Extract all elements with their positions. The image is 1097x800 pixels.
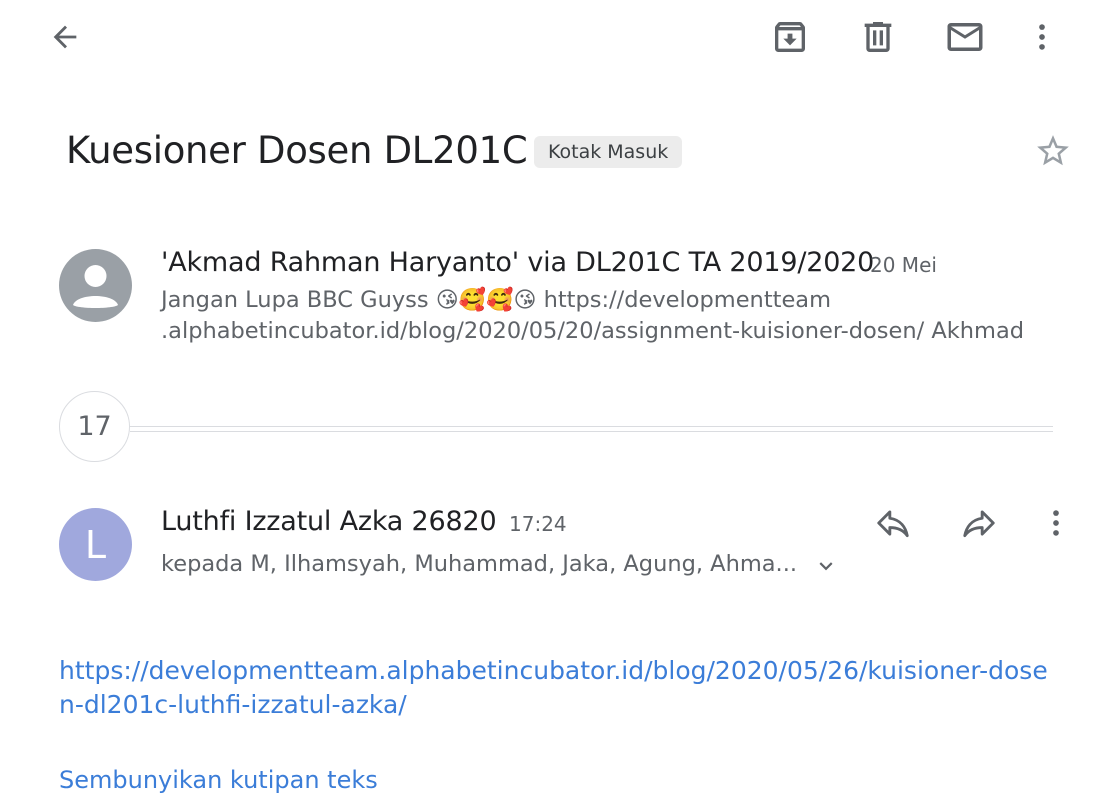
hidden-messages-count[interactable]: 17: [59, 391, 130, 462]
collapsed-message-snippet[interactable]: Jangan Lupa BBC Guyss 😘🥰🥰😘 https://devel…: [161, 285, 1061, 347]
message-recipients[interactable]: kepada M, Ilhamsyah, Muhammad, Jaka, Agu…: [161, 548, 797, 580]
archive-icon: [775, 22, 805, 52]
sender-avatar[interactable]: [59, 249, 132, 322]
archive-button[interactable]: [766, 14, 814, 60]
reply-icon: [877, 510, 909, 538]
trash-icon: [864, 22, 892, 52]
inbox-label-chip[interactable]: Kotak Masuk: [534, 136, 683, 168]
snippet-text: Jangan Lupa BBC Guyss: [161, 287, 429, 313]
star-button[interactable]: [1030, 128, 1076, 174]
more-options-button[interactable]: [1020, 14, 1064, 60]
forward-button[interactable]: [952, 500, 1006, 546]
mark-unread-button[interactable]: [941, 14, 989, 60]
email-subject: Kuesioner Dosen DL201C: [66, 129, 528, 172]
message-more-button[interactable]: [1034, 500, 1078, 546]
message-body-link[interactable]: https://developmentteam.alphabetincubato…: [59, 654, 1049, 722]
star-outline-icon: [1037, 135, 1069, 166]
back-button[interactable]: [40, 14, 90, 60]
snippet-link-line2: .alphabetincubator.id/blog/2020/05/20/as…: [161, 318, 1025, 344]
collapsed-message-date: 20 Mei: [870, 253, 937, 277]
forward-icon: [963, 510, 995, 538]
person-avatar-icon: [73, 265, 118, 308]
arrow-back-icon: [53, 25, 77, 49]
chevron-down-icon: [819, 562, 833, 571]
message-time: 17:24: [509, 512, 567, 536]
more-vert-icon: [1039, 24, 1045, 50]
message-sender[interactable]: Luthfi Izzatul Azka 26820: [161, 503, 497, 541]
collapsed-divider-line: [130, 431, 1053, 432]
reply-button[interactable]: [866, 500, 920, 546]
snippet-link-line1: https://developmentteam: [543, 287, 832, 313]
snippet-emoji: 😘🥰🥰😘: [435, 288, 537, 313]
collapsed-message-sender[interactable]: 'Akmad Rahman Haryanto' via DL201C TA 20…: [161, 244, 874, 282]
collapsed-divider-line: [130, 426, 1053, 427]
email-thread-screen: Kuesioner Dosen DL201C Kotak Masuk 'Akma…: [0, 0, 1097, 800]
hide-quoted-text-link[interactable]: Sembunyikan kutipan teks: [59, 764, 378, 796]
expand-details-button[interactable]: [808, 550, 844, 582]
mail-icon: [947, 23, 983, 51]
sender-avatar-letter[interactable]: L: [59, 508, 132, 581]
delete-button[interactable]: [854, 14, 902, 60]
more-vert-icon: [1053, 510, 1059, 536]
